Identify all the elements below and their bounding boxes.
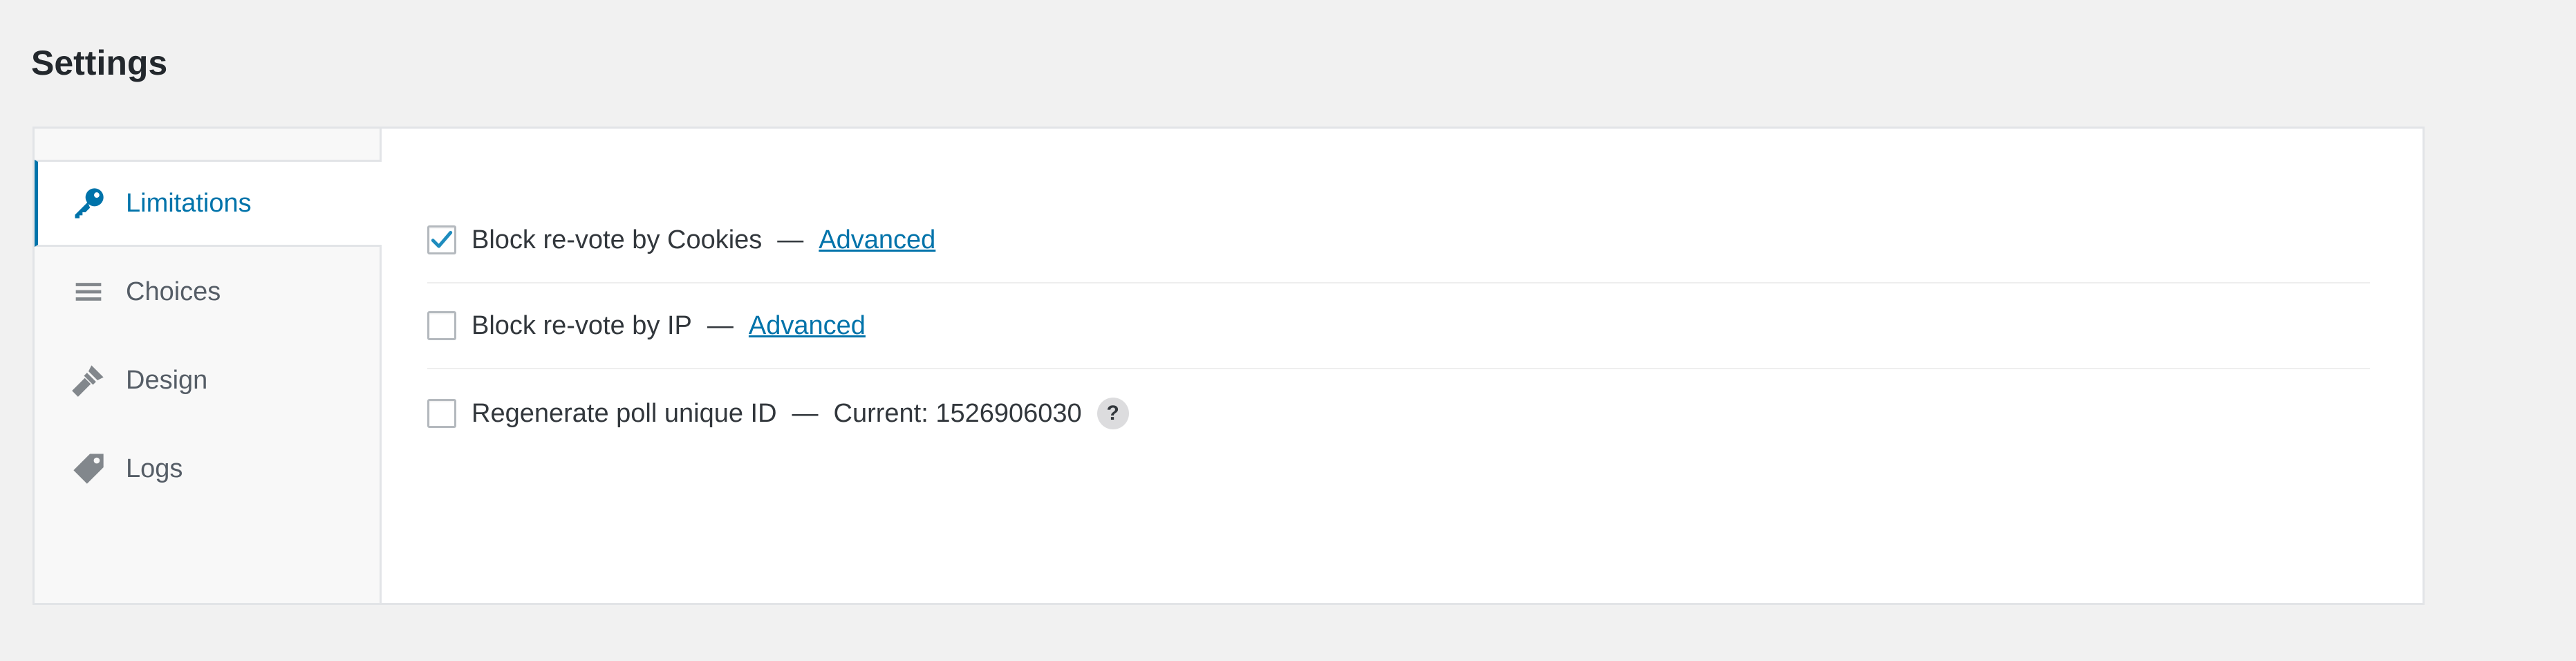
current-id-text: Current: 1526906030 (833, 398, 1082, 428)
sidebar-item-logs[interactable]: Logs (35, 425, 382, 512)
help-icon[interactable]: ? (1096, 398, 1129, 429)
sidebar-item-limitations[interactable]: Limitations (35, 160, 382, 247)
page-title: Settings (31, 44, 168, 82)
sidebar-item-design[interactable]: Design (35, 337, 382, 424)
option-label: Block re-vote by IP (472, 310, 692, 340)
regenerate-checkbox[interactable] (427, 399, 456, 428)
option-row-regenerate: Regenerate poll unique ID — Current: 152… (427, 371, 2370, 456)
sidebar-item-label: Logs (126, 454, 183, 483)
settings-sidebar: Limitations Choices Design Logs (35, 129, 382, 603)
option-row-cookies: Block re-vote by Cookies — Advanced (427, 198, 2370, 283)
ip-checkbox[interactable] (427, 311, 456, 340)
checkmark-icon (431, 230, 453, 248)
sidebar-item-label: Design (126, 365, 208, 395)
separator: — (707, 310, 734, 340)
option-label: Block re-vote by Cookies (472, 225, 763, 254)
settings-content: Block re-vote by Cookies — Advanced Bloc… (382, 129, 2423, 603)
settings-panel: Limitations Choices Design Logs Block re… (32, 127, 2425, 605)
separator: — (792, 398, 819, 428)
list-icon (69, 272, 108, 311)
sidebar-item-label: Choices (126, 277, 221, 306)
sidebar-item-label: Limitations (126, 188, 252, 218)
sidebar-item-choices[interactable]: Choices (35, 248, 382, 335)
advanced-link[interactable]: Advanced (749, 311, 866, 341)
option-label: Regenerate poll unique ID (472, 398, 777, 428)
key-icon (69, 184, 108, 223)
tag-icon (69, 449, 108, 488)
advanced-link[interactable]: Advanced (819, 225, 935, 255)
cookies-checkbox[interactable] (427, 225, 456, 254)
option-row-ip: Block re-vote by IP — Advanced (427, 283, 2370, 369)
brush-icon (69, 361, 108, 400)
separator: — (777, 225, 804, 254)
